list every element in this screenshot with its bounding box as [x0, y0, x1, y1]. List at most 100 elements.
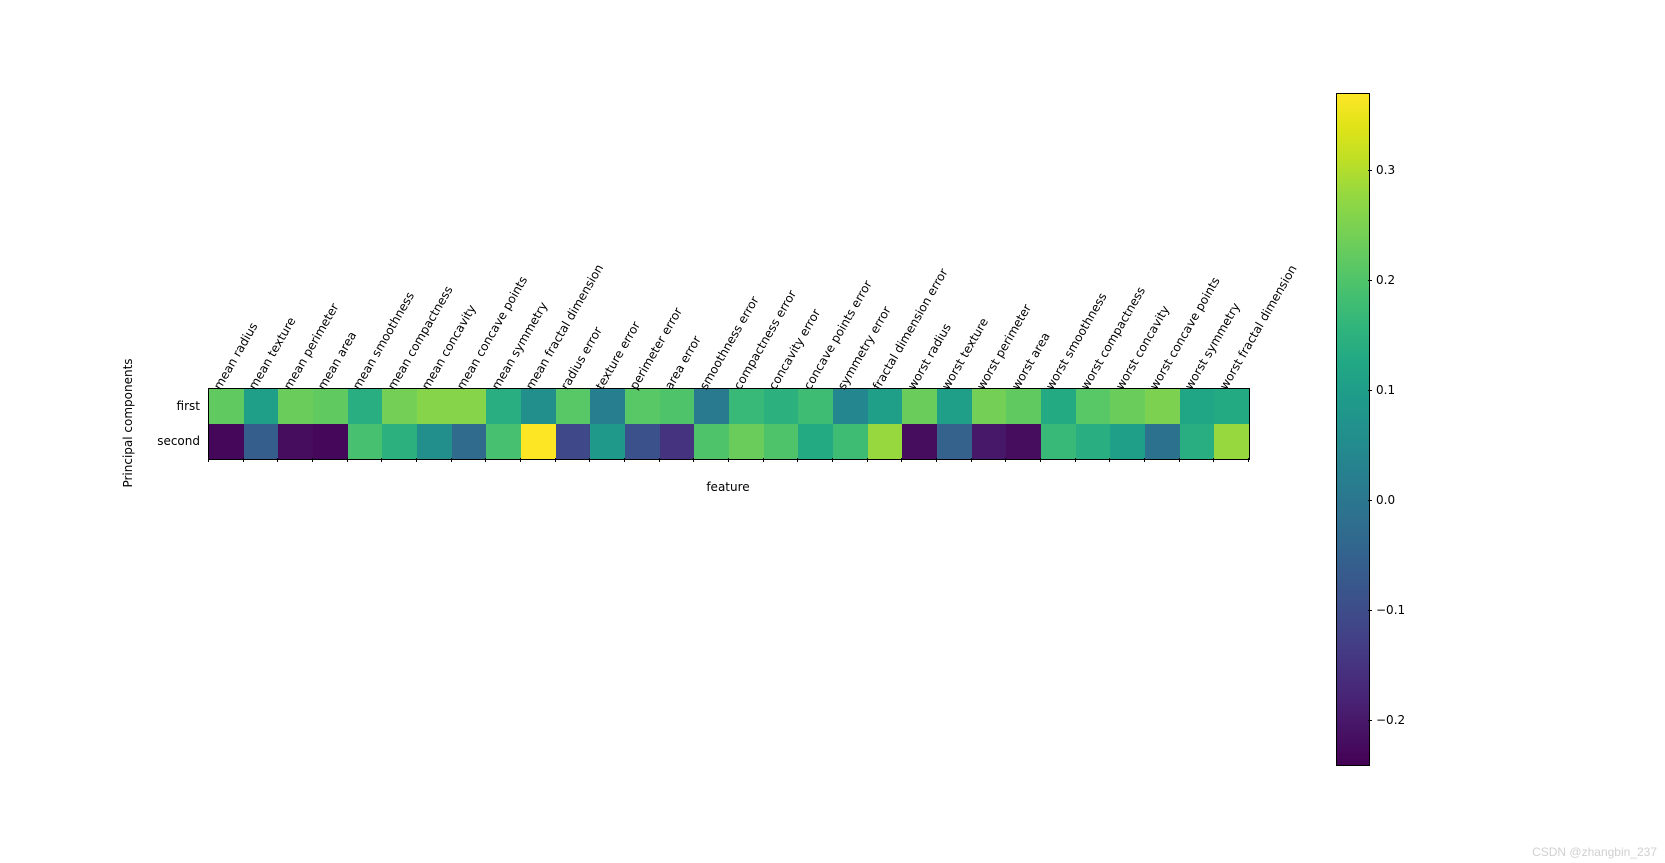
heatmap-cell	[764, 424, 799, 459]
x-tick-mark	[971, 458, 972, 462]
x-tick-mark	[555, 458, 556, 462]
heatmap-cell	[1180, 389, 1215, 424]
heatmap-cell	[452, 424, 487, 459]
heatmap-cell	[348, 389, 383, 424]
x-tick-mark	[832, 458, 833, 462]
colorbar-tick-mark	[1368, 500, 1372, 501]
colorbar-tick-label: 0.3	[1376, 163, 1395, 177]
x-tick-mark	[243, 458, 244, 462]
heatmap-cell	[868, 389, 903, 424]
heatmap-cell	[798, 389, 833, 424]
heatmap-cell	[348, 424, 383, 459]
x-tick-mark	[1005, 458, 1006, 462]
x-tick-label: worst compactness	[1078, 284, 1148, 392]
heatmap-cell	[833, 389, 868, 424]
colorbar-tick-mark	[1368, 610, 1372, 611]
heatmap-cell	[209, 389, 244, 424]
x-tick-mark	[728, 458, 729, 462]
x-tick-mark	[1144, 458, 1145, 462]
x-tick-mark	[589, 458, 590, 462]
y-tick-label: second	[0, 434, 200, 448]
x-tick-mark	[693, 458, 694, 462]
colorbar-tick-label: −0.2	[1376, 713, 1405, 727]
x-tick-mark	[416, 458, 417, 462]
x-axis-label: feature	[706, 480, 749, 494]
heatmap-cell	[1110, 424, 1145, 459]
x-tick-label: smoothness error	[697, 294, 762, 392]
x-tick-mark	[1213, 458, 1214, 462]
heatmap-cell	[278, 424, 313, 459]
x-tick-label: worst smoothness	[1043, 290, 1110, 392]
heatmap-cell	[556, 424, 591, 459]
heatmap-cell	[521, 389, 556, 424]
colorbar-tick-label: −0.1	[1376, 603, 1405, 617]
x-tick-mark	[312, 458, 313, 462]
heatmap-cell	[521, 424, 556, 459]
heatmap-cell	[764, 389, 799, 424]
heatmap-cell	[1214, 389, 1249, 424]
heatmap-cell	[660, 424, 695, 459]
heatmap-cell	[590, 424, 625, 459]
heatmap-cell	[937, 424, 972, 459]
x-tick-mark	[1179, 458, 1180, 462]
watermark-text: CSDN @zhangbin_237	[1532, 845, 1657, 859]
x-tick-mark	[763, 458, 764, 462]
colorbar-tick-mark	[1368, 390, 1372, 391]
heatmap-cell	[1145, 389, 1180, 424]
heatmap-cell	[1076, 424, 1111, 459]
x-tick-mark	[901, 458, 902, 462]
colorbar-tick-mark	[1368, 720, 1372, 721]
heatmap-cell	[694, 424, 729, 459]
heatmap-cell	[729, 424, 764, 459]
heatmap-cell	[625, 424, 660, 459]
heatmap-cell	[798, 424, 833, 459]
heatmap-cell	[972, 424, 1007, 459]
x-tick-mark	[1040, 458, 1041, 462]
x-tick-mark	[485, 458, 486, 462]
x-tick-mark	[381, 458, 382, 462]
heatmap-cell	[694, 389, 729, 424]
x-tick-mark	[1248, 458, 1249, 462]
heatmap-grid	[208, 388, 1250, 460]
heatmap-cell	[1076, 389, 1111, 424]
x-tick-mark	[347, 458, 348, 462]
heatmap-cell	[382, 389, 417, 424]
heatmap-cell	[417, 424, 452, 459]
heatmap-cell	[1145, 424, 1180, 459]
heatmap-cell	[486, 424, 521, 459]
x-tick-label: compactness error	[731, 288, 799, 392]
colorbar-tick-mark	[1368, 170, 1372, 171]
heatmap-cell	[590, 389, 625, 424]
x-tick-mark	[1109, 458, 1110, 462]
colorbar	[1336, 93, 1370, 766]
heatmap-cell	[1180, 424, 1215, 459]
colorbar-tick-label: 0.2	[1376, 273, 1395, 287]
colorbar-gradient	[1337, 94, 1369, 765]
x-tick-mark	[659, 458, 660, 462]
heatmap-cell	[382, 424, 417, 459]
colorbar-tick-label: 0.0	[1376, 493, 1395, 507]
heatmap-cell	[278, 389, 313, 424]
heatmap-cell	[937, 389, 972, 424]
x-tick-mark	[867, 458, 868, 462]
heatmap-cell	[660, 389, 695, 424]
x-tick-mark	[208, 458, 209, 462]
y-axis-label: Principal components	[121, 358, 135, 487]
x-tick-mark	[624, 458, 625, 462]
x-tick-mark	[451, 458, 452, 462]
y-tick-label: first	[0, 399, 200, 413]
colorbar-tick-label: 0.1	[1376, 383, 1395, 397]
heatmap-cell	[833, 424, 868, 459]
x-tick-mark	[520, 458, 521, 462]
heatmap-cell	[1110, 389, 1145, 424]
heatmap-cell	[313, 389, 348, 424]
heatmap-cell	[902, 424, 937, 459]
heatmap-cell	[868, 424, 903, 459]
heatmap-cell	[1006, 424, 1041, 459]
heatmap-cell	[902, 389, 937, 424]
x-tick-mark	[277, 458, 278, 462]
x-tick-mark	[936, 458, 937, 462]
heatmap-cell	[625, 389, 660, 424]
heatmap-cell	[729, 389, 764, 424]
heatmap-cell	[1214, 424, 1249, 459]
